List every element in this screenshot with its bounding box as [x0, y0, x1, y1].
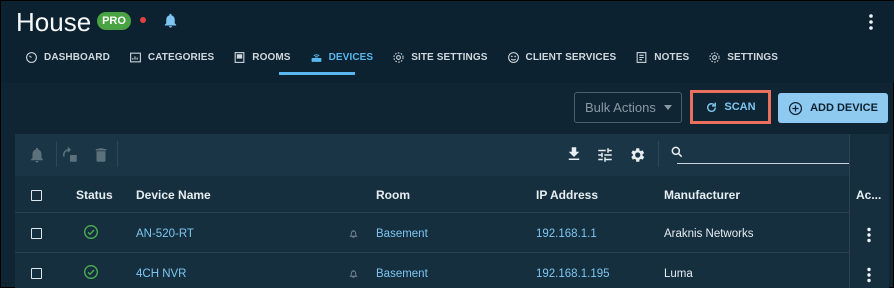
download-icon[interactable] — [565, 145, 583, 163]
table-row[interactable]: 4CH NVR Basement 192.168.1.195 Luma — [15, 254, 889, 288]
bell-outline-icon[interactable] — [349, 229, 358, 239]
bulk-actions-label: Bulk Actions — [585, 100, 656, 115]
tab-categories[interactable]: CATEGORIES — [119, 44, 223, 70]
search-input[interactable] — [677, 163, 872, 164]
site-title: House — [16, 7, 92, 37]
site-header: House PRO DASHBOARD CATEGORIES ROOMS DEV… — [1, 1, 894, 83]
column-room[interactable]: Room — [376, 188, 410, 202]
ip-address-link[interactable]: 192.168.1.1 — [536, 228, 597, 240]
caret-down-icon — [663, 105, 672, 110]
active-tab-indicator — [279, 72, 355, 75]
add-circle-icon — [789, 101, 803, 115]
ip-address-link[interactable]: 192.168.1.195 — [536, 268, 610, 280]
table-header: Status Device Name Room IP Address Manuf… — [15, 176, 889, 213]
toolbar-divider — [658, 141, 659, 167]
toolbar-divider — [56, 141, 57, 167]
speedometer-icon — [26, 51, 37, 63]
check-circle-icon — [84, 265, 98, 279]
row-more-icon[interactable] — [865, 267, 873, 283]
tab-label: SITE SETTINGS — [411, 51, 488, 63]
toolbar-divider — [117, 141, 118, 167]
tab-settings[interactable]: SETTINGS — [698, 44, 787, 70]
bell-icon[interactable] — [162, 12, 179, 29]
add-device-label: ADD DEVICE — [810, 102, 878, 114]
table-row[interactable]: AN-520-RT Basement 192.168.1.1 Araknis N… — [15, 214, 889, 253]
more-vert-icon[interactable] — [867, 13, 875, 31]
tab-rooms[interactable]: ROOMS — [223, 44, 299, 70]
row-checkbox[interactable] — [31, 268, 42, 279]
status-dot — [140, 17, 146, 23]
category-icon — [129, 52, 141, 62]
row-more-icon[interactable] — [865, 227, 873, 243]
scan-label: SCAN — [724, 101, 756, 113]
support-icon — [507, 51, 519, 63]
tab-label: SETTINGS — [727, 51, 779, 63]
tab-label: DASHBOARD — [44, 51, 110, 63]
rooms-icon — [234, 51, 245, 63]
manufacturer-cell: Araknis Networks — [664, 228, 754, 240]
tab-client-services[interactable]: CLIENT SERVICES — [497, 44, 626, 70]
notes-icon — [636, 51, 647, 63]
alarm-icon[interactable] — [28, 146, 46, 164]
pro-badge: PRO — [97, 12, 131, 30]
room-link[interactable]: Basement — [376, 268, 428, 280]
gear-icon — [709, 51, 720, 63]
device-name-link[interactable]: 4CH NVR — [136, 268, 186, 280]
tab-devices[interactable]: DEVICES — [300, 44, 383, 70]
tab-notes[interactable]: NOTES — [625, 44, 698, 70]
tune-icon[interactable] — [596, 146, 614, 164]
select-all-checkbox[interactable] — [31, 190, 42, 201]
column-ip-address[interactable]: IP Address — [536, 188, 598, 202]
table-toolbar — [15, 134, 889, 176]
tab-label: ROOMS — [252, 51, 291, 63]
gear-icon — [393, 51, 404, 63]
tab-label: DEVICES — [328, 51, 374, 63]
swap-icon[interactable] — [61, 146, 79, 164]
tab-dashboard[interactable]: DASHBOARD — [15, 44, 119, 70]
tab-label: NOTES — [654, 51, 690, 63]
tab-site-settings[interactable]: SITE SETTINGS — [382, 44, 496, 70]
room-link[interactable]: Basement — [376, 228, 428, 240]
column-manufacturer[interactable]: Manufacturer — [664, 188, 740, 202]
bulk-actions-select[interactable]: Bulk Actions — [574, 92, 682, 123]
refresh-icon — [707, 102, 717, 112]
check-circle-icon — [84, 225, 98, 239]
add-device-button[interactable]: ADD DEVICE — [778, 93, 888, 123]
trash-icon[interactable] — [92, 146, 110, 164]
router-icon — [311, 53, 321, 62]
nav-tabs: DASHBOARD CATEGORIES ROOMS DEVICES SITE … — [15, 44, 787, 74]
column-device-name[interactable]: Device Name — [136, 188, 211, 202]
scan-button[interactable]: SCAN — [695, 94, 766, 120]
tab-label: CATEGORIES — [147, 51, 215, 63]
tab-label: CLIENT SERVICES — [525, 51, 617, 63]
bell-outline-icon[interactable] — [349, 269, 358, 279]
search-icon — [671, 146, 683, 158]
column-status[interactable]: Status — [76, 188, 113, 202]
row-checkbox[interactable] — [31, 228, 42, 239]
manufacturer-cell: Luma — [664, 268, 693, 280]
actions-column: Ac... — [849, 134, 889, 288]
device-name-link[interactable]: AN-520-RT — [136, 228, 194, 240]
devices-table: Status Device Name Room IP Address Manuf… — [15, 134, 889, 288]
column-actions-label: Ac... — [856, 188, 882, 202]
settings-icon[interactable] — [628, 146, 646, 164]
